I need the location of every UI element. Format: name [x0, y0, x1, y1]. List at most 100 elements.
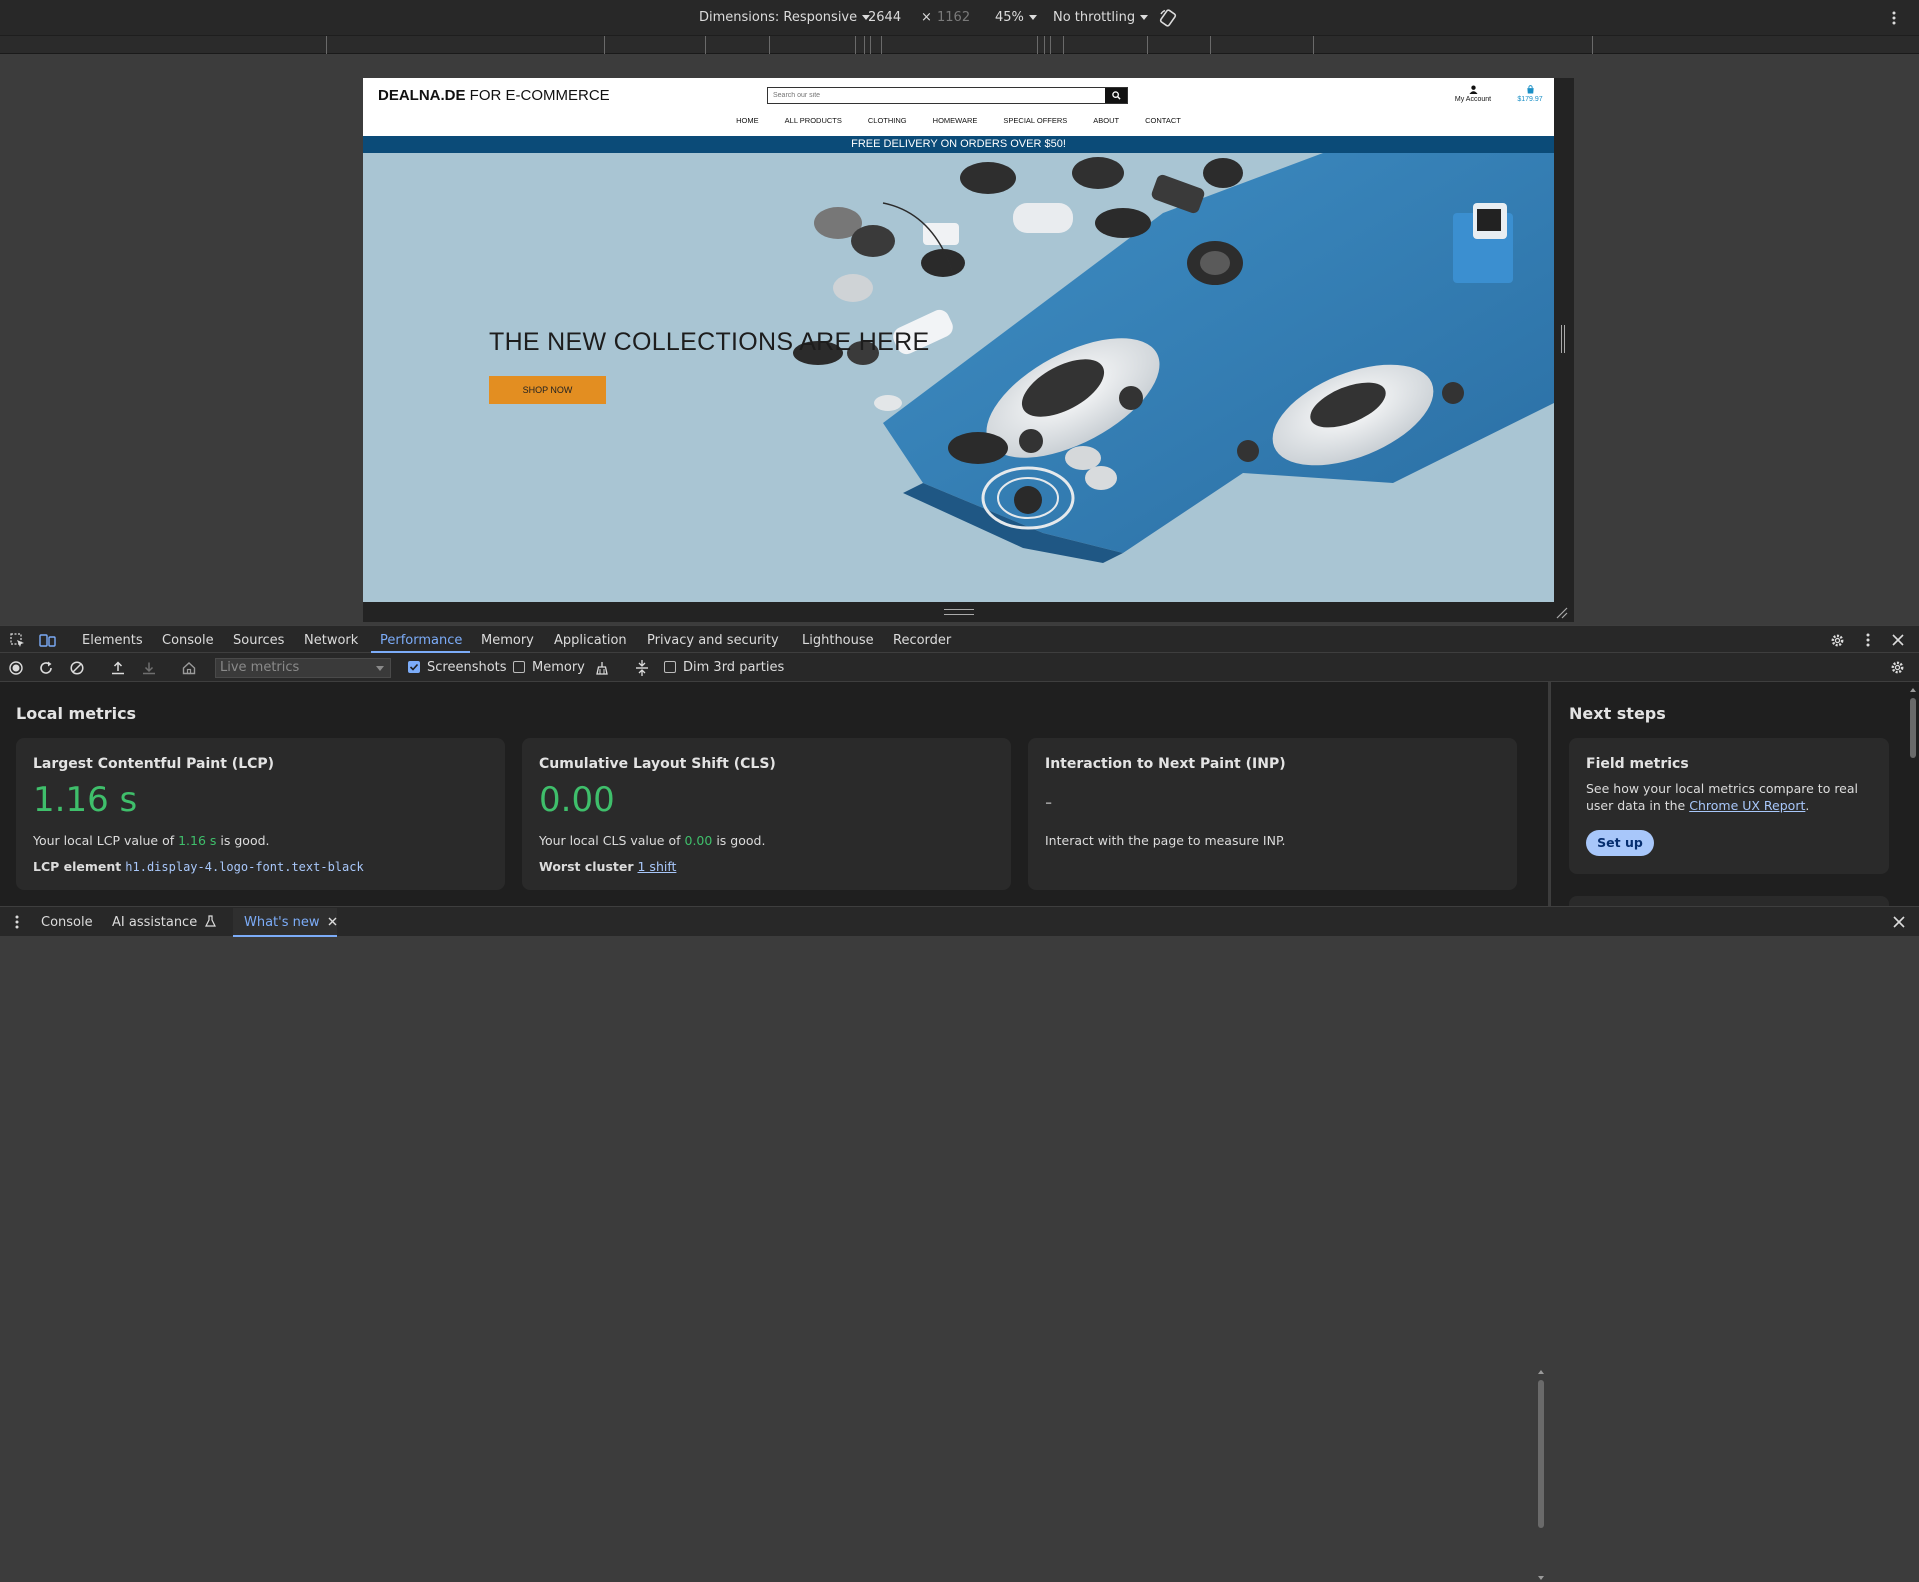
next-steps-scrollbar[interactable]: [1908, 686, 1918, 900]
nav-item-home[interactable]: HOME: [723, 116, 772, 132]
worst-cluster-link[interactable]: 1 shift: [638, 859, 677, 874]
record-icon[interactable]: [8, 660, 24, 676]
nav-item-special-offers[interactable]: SPECIAL OFFERS: [990, 116, 1080, 132]
dim-3rd-parties-label: Dim 3rd parties: [683, 660, 785, 675]
logo-rest: FOR E-COMMERCE: [465, 87, 610, 104]
more-options-icon[interactable]: [1862, 632, 1874, 648]
tab-console[interactable]: Console: [162, 633, 214, 648]
cart-link[interactable]: $179.97: [1515, 85, 1545, 103]
nav-item-clothing[interactable]: CLOTHING: [855, 116, 920, 132]
home-icon[interactable]: [181, 660, 197, 676]
tab-elements[interactable]: Elements: [82, 633, 143, 648]
expand-collapse-icon[interactable]: [634, 660, 650, 676]
memory-checkbox[interactable]: [513, 661, 525, 673]
drawer-tab-whats-new[interactable]: What's new: [244, 915, 337, 930]
more-options-icon[interactable]: [1888, 8, 1900, 28]
cls-title: Cumulative Layout Shift (CLS): [539, 756, 776, 772]
garbage-collect-icon[interactable]: [594, 660, 610, 676]
local-metrics-panel: Local metrics Largest Contentful Paint (…: [0, 682, 1548, 1580]
tab-application[interactable]: Application: [554, 633, 627, 648]
tab-privacy-security[interactable]: Privacy and security: [647, 633, 779, 648]
site-logo[interactable]: DEALNA.DE FOR E-COMMERCE: [378, 87, 610, 104]
field-desc-suffix: .: [1805, 798, 1810, 813]
tab-performance[interactable]: Performance: [380, 633, 462, 648]
screenshots-label: Screenshots: [427, 660, 507, 675]
close-tab-icon[interactable]: [328, 917, 337, 926]
height-input[interactable]: 1162: [937, 10, 970, 25]
my-account-link[interactable]: My Account: [1453, 85, 1493, 103]
cart-total: $179.97: [1517, 96, 1543, 103]
throttling-dropdown[interactable]: No throttling: [1053, 10, 1149, 25]
clear-icon[interactable]: [69, 660, 85, 676]
dim-3rd-parties-checkbox[interactable]: [664, 661, 676, 673]
close-drawer-icon[interactable]: [1892, 915, 1906, 929]
shop-now-button[interactable]: SHOP NOW: [489, 376, 606, 404]
zoom-label: 45%: [995, 10, 1024, 25]
settings-gear-icon[interactable]: [1828, 632, 1846, 648]
chrome-ux-report-link[interactable]: Chrome UX Report: [1689, 798, 1805, 813]
drawer-tab-console[interactable]: Console: [41, 915, 93, 930]
drawer-tab-ai-assistance[interactable]: AI assistance: [112, 915, 217, 930]
close-devtools-icon[interactable]: [1890, 632, 1906, 648]
field-metrics-description: See how your local metrics compare to re…: [1586, 780, 1876, 814]
metrics-scrollbar[interactable]: [1536, 1368, 1546, 1582]
lcp-description: Your local LCP value of 1.16 s is good.: [33, 833, 270, 848]
devtools-drawer: Console AI assistance What's new: [0, 906, 1919, 937]
tab-lighthouse[interactable]: Lighthouse: [802, 633, 874, 648]
upload-icon[interactable]: [110, 660, 126, 676]
site-nav: HOME ALL PRODUCTS CLOTHING HOMEWARE SPEC…: [363, 116, 1554, 132]
hero-title: THE NEW COLLECTIONS ARE HERE: [489, 328, 930, 356]
dimensions-dropdown[interactable]: Dimensions: Responsive: [699, 10, 871, 25]
width-input[interactable]: 2644: [868, 10, 901, 25]
reload-record-icon[interactable]: [38, 660, 54, 676]
cls-value: 0.00: [539, 780, 615, 820]
drawer-menu-icon[interactable]: [12, 914, 22, 930]
nav-item-contact[interactable]: CONTACT: [1132, 116, 1194, 132]
resize-handle-bottom[interactable]: [944, 609, 974, 615]
cls-desc-value: 0.00: [684, 833, 713, 848]
next-card-peek: [1569, 896, 1889, 906]
rotate-icon[interactable]: [1158, 8, 1178, 28]
user-icon: [1468, 85, 1478, 94]
inspect-element-icon[interactable]: [8, 632, 26, 648]
site-search-input[interactable]: [768, 88, 1105, 103]
resize-handle-corner[interactable]: [1555, 605, 1569, 619]
search-icon: [1111, 91, 1121, 100]
media-query-ruler: [0, 36, 1919, 54]
screenshots-checkbox[interactable]: [408, 661, 420, 673]
nav-item-all-products[interactable]: ALL PRODUCTS: [772, 116, 855, 132]
dimensions-label: Dimensions: Responsive: [699, 10, 858, 25]
lcp-card: Largest Contentful Paint (LCP) 1.16 s Yo…: [16, 738, 505, 890]
capture-settings-gear-icon[interactable]: [1888, 659, 1906, 675]
lcp-desc-suffix: is good.: [216, 833, 270, 848]
whats-new-label: What's new: [244, 915, 320, 930]
my-account-label: My Account: [1454, 96, 1492, 103]
lcp-element-link[interactable]: h1.display-4.logo-font.text-black: [125, 860, 363, 874]
performance-toolbar: Live metrics Screenshots Memory Dim 3rd …: [0, 653, 1919, 682]
tab-memory[interactable]: Memory: [481, 633, 534, 648]
tab-recorder[interactable]: Recorder: [893, 633, 951, 648]
devtools-tabbar: Elements Console Sources Network Perform…: [0, 625, 1919, 653]
tab-network[interactable]: Network: [304, 633, 358, 648]
emulated-page[interactable]: DEALNA.DE FOR E-COMMERCE My Account $179…: [363, 78, 1554, 602]
zoom-dropdown[interactable]: 45%: [995, 10, 1037, 25]
hero-section: THE NEW COLLECTIONS ARE HERE SHOP NOW: [363, 153, 1554, 602]
chevron-down-icon: [1140, 15, 1149, 20]
device-toggle-icon[interactable]: [37, 632, 57, 648]
tab-sources[interactable]: Sources: [233, 633, 284, 648]
memory-label: Memory: [532, 660, 585, 675]
ai-assistance-label: AI assistance: [112, 915, 198, 930]
times-sign: ×: [921, 10, 932, 25]
nav-item-homeware[interactable]: HOMEWARE: [920, 116, 991, 132]
device-toolbar: Dimensions: Responsive 2644 × 1162 45% N…: [0, 0, 1919, 36]
site-search-button[interactable]: [1105, 88, 1127, 103]
next-steps-title: Next steps: [1569, 704, 1666, 723]
inp-description: Interact with the page to measure INP.: [1045, 833, 1286, 848]
download-icon[interactable]: [141, 660, 157, 676]
resize-handle-right[interactable]: [1561, 325, 1565, 353]
worst-cluster-label: Worst cluster: [539, 859, 634, 874]
set-up-button[interactable]: Set up: [1586, 830, 1654, 856]
live-metrics-select[interactable]: Live metrics: [215, 658, 391, 678]
nav-item-about[interactable]: ABOUT: [1080, 116, 1132, 132]
lcp-title: Largest Contentful Paint (LCP): [33, 756, 275, 772]
